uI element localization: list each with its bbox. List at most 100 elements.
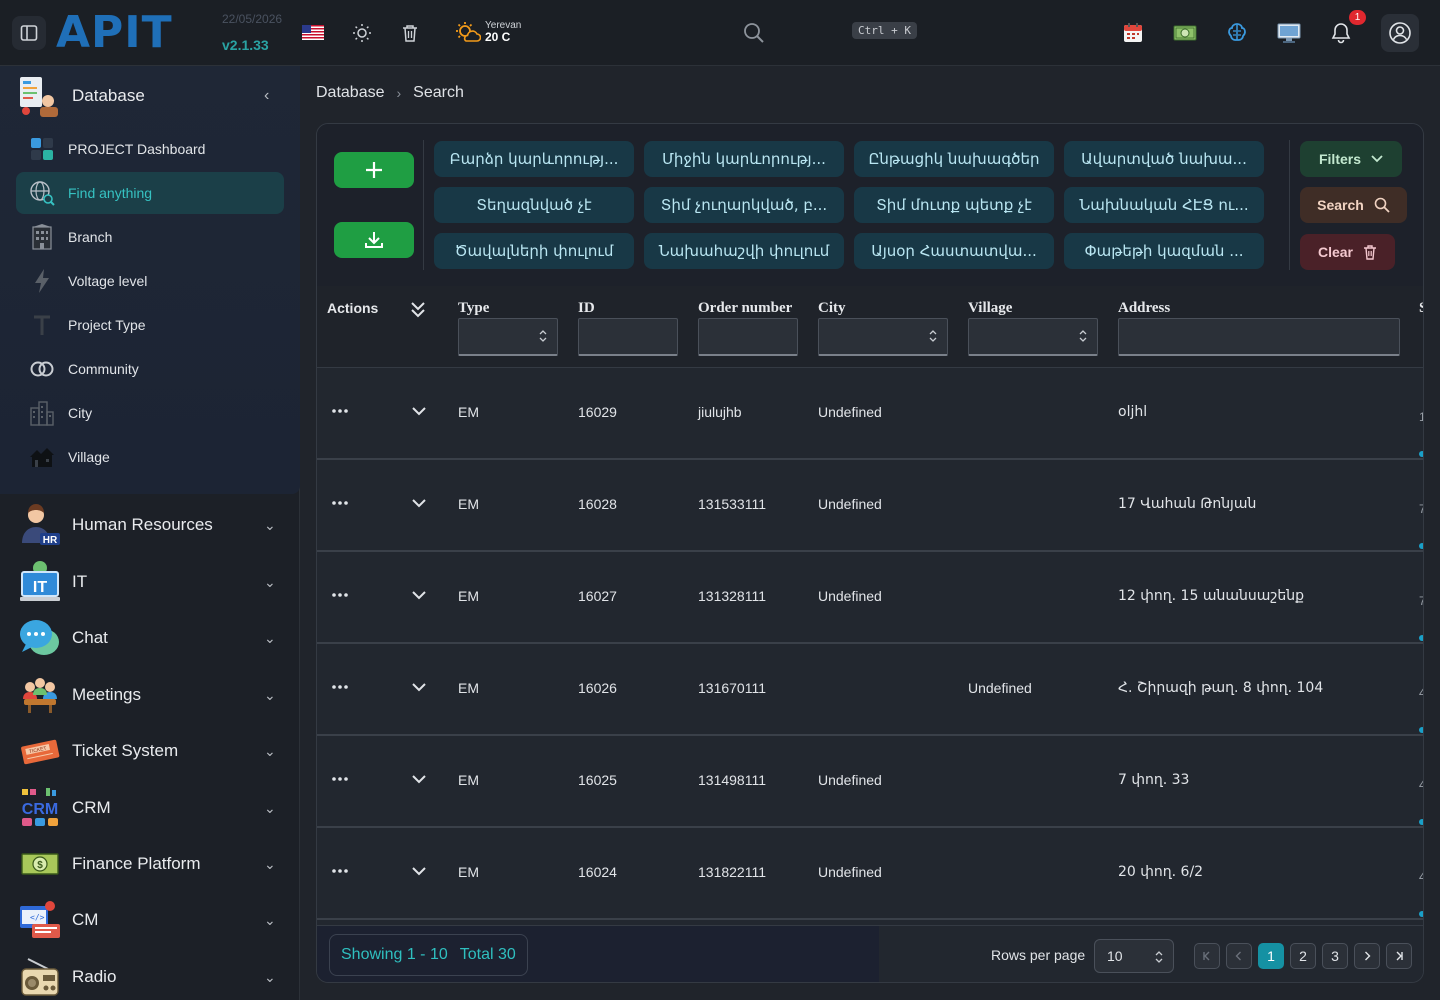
- sidebar-item-project-dashboard[interactable]: PROJECT Dashboard: [16, 128, 284, 170]
- notifications-bell-icon[interactable]: [1328, 20, 1354, 46]
- type-icon: [28, 311, 56, 339]
- id-filter-input[interactable]: [578, 318, 678, 356]
- quick-filter-chip[interactable]: Նախահաշվի փուլում: [644, 233, 844, 269]
- search-globe-icon: [28, 179, 56, 207]
- quick-filter-chip[interactable]: Նախնական ՀԷՑ ու...: [1064, 187, 1264, 223]
- status-dot: [1419, 911, 1423, 917]
- sidebar-toggle-icon[interactable]: [12, 16, 46, 50]
- toolbar-divider: [1289, 140, 1290, 270]
- money-icon[interactable]: [1172, 20, 1198, 46]
- chevron-down-icon: ⌄: [264, 629, 276, 646]
- add-button[interactable]: [334, 152, 414, 188]
- sidebar-group-it[interactable]: IT IT ⌄: [18, 559, 288, 605]
- page-button-3[interactable]: 3: [1322, 943, 1348, 969]
- row-actions-menu-icon[interactable]: [329, 588, 351, 602]
- previous-page-icon[interactable]: [1226, 943, 1252, 969]
- us-flag-icon[interactable]: [302, 25, 324, 40]
- sidebar-item-community[interactable]: Community: [16, 348, 284, 390]
- column-header-type[interactable]: Type: [458, 300, 489, 317]
- column-header-village[interactable]: Village: [968, 300, 1012, 317]
- collapse-all-chevrons-icon[interactable]: [409, 300, 427, 320]
- sidebar-item-village[interactable]: Village: [16, 436, 284, 478]
- row-expand-chevron-icon[interactable]: [411, 406, 427, 416]
- column-header-id[interactable]: ID: [578, 300, 595, 317]
- sidebar-group-meetings[interactable]: Meetings ⌄: [18, 672, 288, 718]
- sidebar-group-chat[interactable]: Chat ⌄: [18, 615, 288, 661]
- clear-button[interactable]: Clear: [1300, 234, 1395, 270]
- theme-sun-icon[interactable]: [350, 21, 374, 45]
- row-actions-menu-icon[interactable]: [329, 496, 351, 510]
- filters-button[interactable]: Filters: [1300, 141, 1402, 177]
- column-header-address[interactable]: Address: [1118, 300, 1170, 317]
- quick-filter-chip[interactable]: Փաթեթի կազման ...: [1064, 233, 1264, 269]
- row-expand-chevron-icon[interactable]: [411, 774, 427, 784]
- order-number-filter-input[interactable]: [698, 318, 798, 356]
- user-account-icon[interactable]: [1381, 14, 1419, 52]
- last-page-icon[interactable]: [1386, 943, 1412, 969]
- sidebar-group-radio[interactable]: Radio ⌄: [18, 954, 288, 1000]
- database-menu-label: Database: [72, 86, 145, 105]
- rows-per-page-select[interactable]: 10: [1094, 939, 1174, 973]
- row-actions-menu-icon[interactable]: [329, 680, 351, 694]
- app-logo[interactable]: APIT: [56, 11, 173, 55]
- type-filter-select[interactable]: [458, 318, 558, 356]
- city-filter-select[interactable]: [818, 318, 948, 356]
- quick-filter-chip[interactable]: Տիմ մուտք պետք չէ: [854, 187, 1054, 223]
- status-dot: [1419, 635, 1423, 641]
- sidebar-group-ticket-system[interactable]: TICKET Ticket System ⌄: [18, 728, 288, 774]
- sidebar: Database ‹ PROJECT Dashboard Find anythi…: [0, 66, 300, 1000]
- sidebar-item-branch[interactable]: Branch: [16, 216, 284, 258]
- table-row: EM 16024 131822111 Undefined 20 փող. 6/2…: [317, 828, 1423, 920]
- quick-filter-chip[interactable]: Տիմ չուղարկված, բ...: [644, 187, 844, 223]
- ai-brain-icon[interactable]: [1224, 20, 1250, 46]
- sidebar-item-voltage-level[interactable]: Voltage level: [16, 260, 284, 302]
- row-expand-chevron-icon[interactable]: [411, 866, 427, 876]
- it-icon: IT: [20, 561, 60, 601]
- cell-address: 12 փող. 15 անանսաշենք: [1118, 588, 1304, 604]
- row-expand-chevron-icon[interactable]: [411, 682, 427, 692]
- quick-filter-chip[interactable]: Տեղազնված չէ: [434, 187, 634, 223]
- row-actions-menu-icon[interactable]: [329, 404, 351, 418]
- quick-filter-chip[interactable]: Բարձր կարևորությ...: [434, 141, 634, 177]
- sidebar-item-city[interactable]: City: [16, 392, 284, 434]
- column-header-actions: Actions: [327, 300, 379, 316]
- column-header-city[interactable]: City: [818, 300, 846, 317]
- sidebar-group-crm[interactable]: CRM CRM ⌄: [18, 785, 288, 831]
- sidebar-group-human-resources[interactable]: HR Human Resources ⌄: [18, 502, 288, 548]
- sidebar-item-find-anything[interactable]: Find anything: [16, 172, 284, 214]
- table-header: Actions Type ID Order number City Villag…: [317, 286, 1423, 368]
- global-search-icon[interactable]: [741, 20, 767, 46]
- row-actions-menu-icon[interactable]: [329, 864, 351, 878]
- cell-type: EM: [458, 588, 479, 604]
- clear-cache-trash-icon[interactable]: [398, 21, 422, 45]
- row-expand-chevron-icon[interactable]: [411, 590, 427, 600]
- row-expand-chevron-icon[interactable]: [411, 498, 427, 508]
- chevron-down-icon: ⌄: [264, 855, 276, 872]
- sidebar-item-project-type[interactable]: Project Type: [16, 304, 284, 346]
- quick-filter-chip[interactable]: Ընթացիկ նախագծեր: [854, 141, 1054, 177]
- table-footer: Showing 1 - 10 Total 30 Rows per page 10…: [317, 925, 1423, 982]
- search-button[interactable]: Search: [1300, 187, 1407, 223]
- page-button-1[interactable]: 1: [1258, 943, 1284, 969]
- sidebar-group-cm[interactable]: </> CM ⌄: [18, 897, 288, 943]
- row-actions-menu-icon[interactable]: [329, 772, 351, 786]
- quick-filter-chip[interactable]: Ծավալների փուլում: [434, 233, 634, 269]
- next-page-icon[interactable]: [1354, 943, 1380, 969]
- quick-filter-chip[interactable]: Այսօր Հաստատվա...: [854, 233, 1054, 269]
- sidebar-group-finance-platform[interactable]: $ Finance Platform ⌄: [18, 841, 288, 887]
- download-button[interactable]: [334, 222, 414, 258]
- quick-filter-chip[interactable]: Միջին կարևորությ...: [644, 141, 844, 177]
- database-menu-header[interactable]: Database ‹: [18, 76, 288, 117]
- search-shortcut-hint: Ctrl + K: [852, 22, 917, 39]
- cell-address: 7 փող. 33: [1118, 772, 1190, 788]
- column-header-order-number[interactable]: Order number: [698, 300, 792, 317]
- village-filter-select[interactable]: [968, 318, 1098, 356]
- monitor-icon[interactable]: [1276, 20, 1302, 46]
- address-filter-input[interactable]: [1118, 318, 1400, 356]
- page-button-2[interactable]: 2: [1290, 943, 1316, 969]
- first-page-icon[interactable]: [1194, 943, 1220, 969]
- quick-filter-chip[interactable]: Ավարտված նախա...: [1064, 141, 1264, 177]
- breadcrumb-root[interactable]: Database: [316, 84, 385, 102]
- calendar-icon[interactable]: [1120, 20, 1146, 46]
- cell-city: Undefined: [818, 496, 882, 512]
